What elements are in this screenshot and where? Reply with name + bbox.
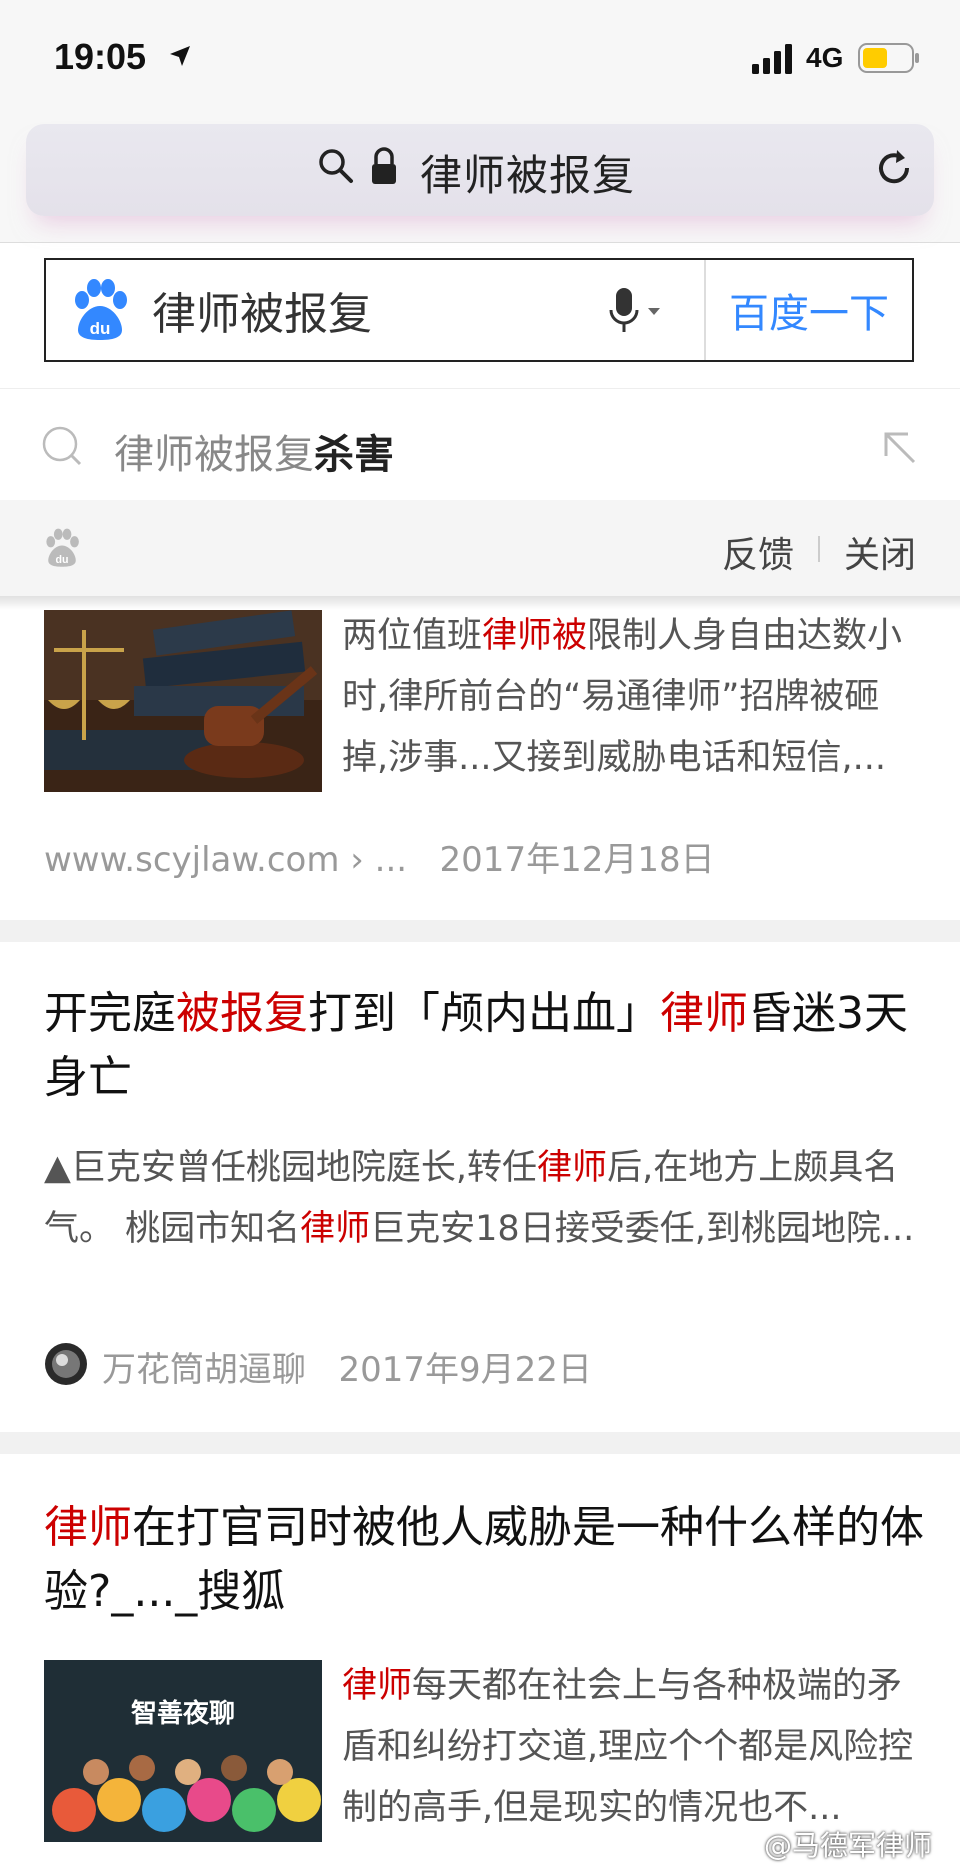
text-segment: 两位值班: [342, 616, 483, 656]
location-arrow-icon: [170, 46, 190, 66]
text-segment: 在打官司时被他人威胁是一种什么样的体验?_..._搜狐: [44, 1502, 924, 1617]
highlighted-term: 被报复: [176, 988, 308, 1039]
suggestion-prefix: 律师被报复: [114, 432, 314, 478]
result-title[interactable]: 律师在打官司时被他人威胁是一种什么样的体验?_..._搜狐: [44, 1496, 924, 1624]
microphone-icon[interactable]: [608, 286, 664, 336]
source-avatar: [45, 1343, 87, 1385]
suggestion-suffix: 杀害: [314, 432, 394, 478]
result-separator: [0, 1432, 960, 1454]
network-type: 4G: [806, 42, 844, 73]
search-icon: [319, 149, 353, 183]
text-segment: ▲巨克安曾任桃园地院庭长,转任: [44, 1148, 538, 1188]
suggestion-search-icon: [42, 426, 82, 466]
close-button[interactable]: 关闭: [844, 526, 916, 578]
result-thumbnail[interactable]: [44, 610, 322, 792]
text-segment: 开完庭: [44, 988, 176, 1039]
highlighted-term: 律师: [660, 988, 748, 1039]
highlighted-term: 律师: [342, 1666, 413, 1706]
address-text: 律师被报复: [420, 151, 636, 200]
feedback-button[interactable]: 反馈: [722, 526, 794, 578]
baidu-logo-icon: du: [75, 279, 127, 340]
result-snippet: ▲巨克安曾任桃园地院庭长,转任律师后,在地方上颇具名气。 桃园市知名律师巨克安1…: [44, 1138, 924, 1260]
suggestion-footer: [0, 500, 960, 596]
svg-text:du: du: [90, 319, 111, 338]
suggestion-item[interactable]: 律师被报复杀害: [114, 422, 394, 480]
result-date: 2017年12月18日: [439, 840, 715, 880]
fill-suggestion-arrow-icon[interactable]: [880, 428, 918, 466]
svg-text:du: du: [56, 554, 69, 566]
text-segment: 每天都在社会上与各种极端的矛盾和纠纷打交道,理应个个都是风险控制的高手,但是现实…: [342, 1666, 914, 1828]
text-segment: 巨克安18日接受委任,到桃园地院...: [370, 1209, 915, 1249]
lock-icon: [372, 147, 396, 184]
divider: [0, 388, 960, 389]
result-snippet: 律师每天都在社会上与各种极端的矛盾和纠纷打交道,理应个个都是风险控制的高手,但是…: [342, 1656, 922, 1842]
signal-icon: [752, 44, 792, 74]
watermark: @马德军律师: [764, 1829, 933, 1862]
result-thumbnail[interactable]: 智善夜聊: [44, 1660, 322, 1842]
result-date: 2017年9月22日: [338, 1350, 592, 1390]
search-input[interactable]: [152, 284, 582, 335]
result-source[interactable]: 万花筒胡逼聊 2017年9月22日: [102, 1342, 592, 1391]
battery-icon: [858, 43, 919, 73]
highlighted-term: 律师: [44, 1502, 132, 1553]
reload-icon[interactable]: [872, 146, 916, 190]
svg-text:智善夜聊: 智善夜聊: [131, 1698, 235, 1729]
divider: [818, 536, 820, 562]
text-segment: 打到「颅内出血」: [308, 988, 660, 1039]
highlighted-term: 律师: [537, 1148, 608, 1188]
status-time: 19:05: [54, 36, 147, 77]
highlighted-term: 律师被: [482, 616, 588, 656]
result-separator: [0, 920, 960, 942]
highlighted-term: 律师: [300, 1209, 371, 1249]
baidu-paw-icon: du: [46, 528, 79, 567]
result-source[interactable]: www.scyjlaw.com › ... 2017年12月18日: [44, 832, 715, 881]
result-title[interactable]: 开完庭被报复打到「颅内出血」律师昏迷3天身亡: [44, 982, 924, 1110]
search-button[interactable]: 百度一下: [706, 260, 912, 360]
result-snippet: 两位值班律师被限制人身自由达数小时,律所前台的“易通律师”招牌被砸掉,涉事...…: [342, 606, 922, 792]
